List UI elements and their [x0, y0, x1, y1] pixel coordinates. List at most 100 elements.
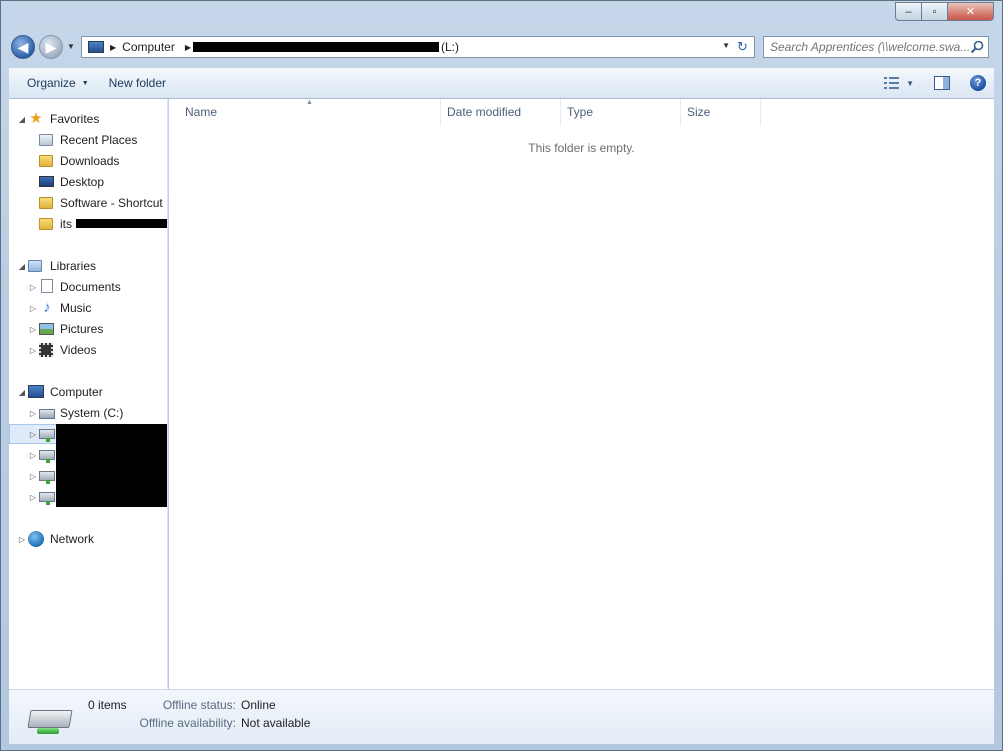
- preview-pane-icon: [934, 76, 950, 90]
- column-label: Size: [687, 105, 711, 119]
- expand-arrow-icon[interactable]: ▷: [28, 493, 38, 502]
- chevron-down-icon: ▼: [81, 79, 89, 87]
- navigation-bar: ◀ ▶ ▼ ▶ Computer ▶ (L:) ▼ ↻: [9, 33, 994, 61]
- tree-item-software-shortcut[interactable]: Software - Shortcut: [9, 193, 167, 213]
- file-list-pane[interactable]: ▲ Name Date modified Type Size This fold…: [169, 99, 994, 689]
- preview-pane-button[interactable]: [934, 72, 950, 94]
- tree-label: Recent Places: [60, 133, 138, 147]
- tree-favorites[interactable]: ◢ ★ Favorites: [9, 109, 167, 129]
- tree-item-documents[interactable]: ▷ Documents: [9, 277, 167, 297]
- tree-item-its[interactable]: its: [9, 214, 167, 234]
- offline-availability-value: Not available: [241, 716, 311, 730]
- column-header-date-modified[interactable]: Date modified: [441, 99, 561, 125]
- details-pane: 0 items Offline status: Online Offline a…: [9, 689, 994, 744]
- title-bar[interactable]: – ▫ ✕: [1, 1, 1002, 31]
- collapse-arrow-icon[interactable]: ◢: [17, 115, 27, 124]
- pictures-icon: [39, 321, 55, 337]
- network-drive-large-icon: [27, 702, 73, 736]
- navigation-pane[interactable]: ◢ ★ Favorites Recent Places Downloads De…: [9, 99, 168, 689]
- column-label: Name: [185, 105, 218, 119]
- minimize-button[interactable]: –: [895, 2, 922, 21]
- recent-pages-dropdown[interactable]: ▼: [67, 42, 75, 51]
- expand-arrow-icon[interactable]: ▷: [28, 472, 38, 481]
- organize-label: Organize: [27, 76, 76, 90]
- tree-item-music[interactable]: ▷ ♪ Music: [9, 298, 167, 318]
- folder-icon: [39, 195, 55, 211]
- forward-button[interactable]: ▶: [39, 35, 63, 59]
- back-arrow-icon: ◀: [17, 38, 29, 55]
- empty-folder-message: This folder is empty.: [528, 141, 635, 155]
- address-bar[interactable]: ▶ Computer ▶ (L:) ▼: [81, 36, 735, 58]
- item-count: 0 items: [88, 698, 127, 712]
- expand-arrow-icon[interactable]: ▷: [28, 409, 38, 418]
- redacted-label: [76, 219, 167, 228]
- tree-label: Desktop: [60, 175, 105, 189]
- search-input[interactable]: [770, 40, 969, 54]
- view-options-dropdown[interactable]: ▼: [906, 72, 914, 94]
- network-drive-icon: [39, 489, 55, 505]
- tree-computer[interactable]: ◢ Computer: [9, 382, 167, 402]
- computer-icon: [28, 384, 44, 400]
- network-drive-icon: [39, 426, 55, 442]
- tree-libraries[interactable]: ◢ Libraries: [9, 256, 167, 276]
- documents-icon: [39, 279, 55, 295]
- column-header-size[interactable]: Size: [681, 99, 761, 125]
- view-controls: ▼ ?: [884, 72, 994, 94]
- collapse-arrow-icon[interactable]: ◢: [17, 262, 27, 271]
- offline-status-value: Online: [241, 698, 276, 712]
- breadcrumb-separator[interactable]: ▶: [185, 43, 191, 52]
- network-drive-icon: [39, 468, 55, 484]
- tree-label: Libraries: [50, 259, 97, 273]
- close-button[interactable]: ✕: [948, 2, 994, 21]
- tree-item-videos[interactable]: ▷ Videos: [9, 340, 167, 360]
- column-header-name[interactable]: Name: [179, 99, 441, 125]
- tree-label: Videos: [60, 343, 97, 357]
- new-folder-button[interactable]: New folder: [99, 71, 176, 95]
- address-dropdown-arrow[interactable]: ▼: [722, 41, 730, 50]
- tree-item-pictures[interactable]: ▷ Pictures: [9, 319, 167, 339]
- network-globe-icon: [28, 531, 44, 547]
- column-label: Type: [567, 105, 594, 119]
- breadcrumb-computer[interactable]: Computer: [122, 40, 175, 54]
- column-label: Date modified: [447, 105, 522, 119]
- back-button[interactable]: ◀: [11, 35, 35, 59]
- expand-arrow-icon[interactable]: ▷: [28, 304, 38, 313]
- tree-label: Software - Shortcut: [60, 196, 163, 210]
- forward-arrow-icon: ▶: [45, 38, 57, 55]
- expand-arrow-icon[interactable]: ▷: [28, 451, 38, 460]
- maximize-button[interactable]: ▫: [922, 2, 948, 21]
- local-drive-icon: [39, 405, 55, 421]
- videos-icon: [39, 342, 55, 358]
- column-headers: ▲ Name Date modified Type Size: [169, 99, 994, 125]
- recent-places-icon: [39, 132, 55, 148]
- tree-label: Downloads: [60, 154, 120, 168]
- explorer-window: – ▫ ✕ ◀ ▶ ▼ ▶ Computer ▶ (L:) ▼ ↻ Organi: [0, 0, 1003, 751]
- tree-item-desktop[interactable]: Desktop: [9, 172, 167, 192]
- favorites-star-icon: ★: [29, 110, 43, 127]
- desktop-icon: [39, 174, 55, 190]
- redacted-path: [193, 42, 439, 52]
- tree-item-recent-places[interactable]: Recent Places: [9, 130, 167, 150]
- column-header-type[interactable]: Type: [561, 99, 681, 125]
- expand-arrow-icon[interactable]: ▷: [28, 283, 38, 292]
- expand-arrow-icon[interactable]: ▷: [28, 346, 38, 355]
- expand-arrow-icon[interactable]: ▷: [28, 430, 38, 439]
- breadcrumb-drive[interactable]: (L:): [441, 40, 459, 54]
- breadcrumb-separator[interactable]: ▶: [110, 43, 116, 52]
- help-button[interactable]: ?: [970, 72, 986, 94]
- tree-item-system-c[interactable]: ▷ System (C:): [9, 403, 167, 423]
- search-icon[interactable]: [969, 39, 985, 55]
- search-box[interactable]: [763, 36, 989, 58]
- refresh-button[interactable]: ↻: [731, 36, 755, 58]
- tree-item-downloads[interactable]: Downloads: [9, 151, 167, 171]
- tree-network[interactable]: ▷ Network: [9, 529, 167, 549]
- tree-label: Favorites: [50, 112, 100, 126]
- expand-arrow-icon[interactable]: ▷: [28, 325, 38, 334]
- offline-status-label: Offline status:: [162, 698, 236, 712]
- organize-menu[interactable]: Organize ▼: [17, 71, 99, 95]
- expand-arrow-icon[interactable]: ▷: [17, 535, 27, 544]
- tree-label: Music: [60, 301, 92, 315]
- collapse-arrow-icon[interactable]: ◢: [17, 388, 27, 397]
- change-view-button[interactable]: [884, 72, 900, 94]
- offline-availability-label: Offline availability:: [139, 716, 237, 730]
